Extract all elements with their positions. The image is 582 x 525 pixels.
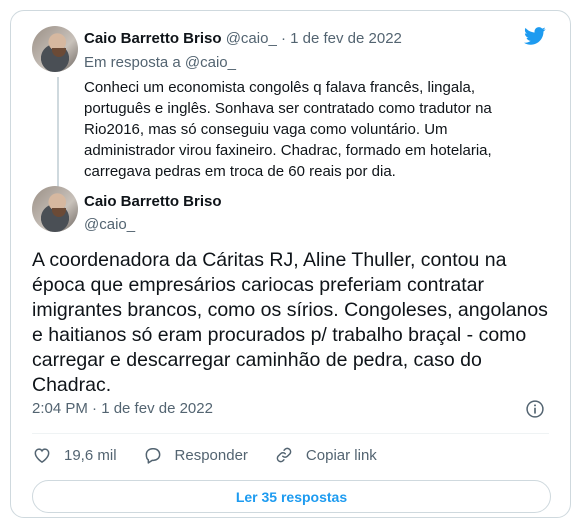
thread-connector-line xyxy=(57,77,59,189)
info-icon[interactable] xyxy=(525,399,545,419)
twitter-logo-icon[interactable] xyxy=(522,25,548,47)
quoted-tweet-text: Conheci um economista congolês q falava … xyxy=(84,79,492,180)
reply-label: Responder xyxy=(174,446,248,464)
read-replies-button[interactable]: Ler 35 respostas xyxy=(32,480,551,513)
author-handle[interactable]: @caio_ xyxy=(84,216,135,233)
reply-button[interactable]: Responder xyxy=(143,445,248,465)
like-count: 19,6 mil xyxy=(64,446,117,464)
copy-link-label: Copiar link xyxy=(305,446,377,464)
quoted-author-name[interactable]: Caio Barretto Briso xyxy=(84,30,222,47)
like-button[interactable]: 19,6 mil xyxy=(32,445,117,465)
quoted-author-handle[interactable]: @caio_ xyxy=(226,30,277,47)
divider xyxy=(32,433,549,434)
link-icon xyxy=(276,447,292,463)
tweet-timestamp[interactable]: 2:04 PM · 1 de fev de 2022 xyxy=(32,400,213,417)
action-bar: 19,6 mil Responder Copiar link xyxy=(32,443,377,467)
quoted-separator: · xyxy=(280,30,286,47)
heart-icon xyxy=(34,448,50,463)
tweet-text: A coordenadora da Cáritas RJ, Aline Thul… xyxy=(32,249,548,396)
reply-to-label[interactable]: Em resposta a @caio_ xyxy=(84,54,236,71)
copy-link-button[interactable]: Copiar link xyxy=(274,445,377,465)
quoted-date[interactable]: 1 de fev de 2022 xyxy=(290,30,402,47)
quoted-avatar[interactable] xyxy=(32,26,78,72)
author-avatar[interactable] xyxy=(32,186,78,232)
author-name[interactable]: Caio Barretto Briso xyxy=(84,193,222,210)
embedded-tweet-card: Caio Barretto Briso @caio_ · 1 de fev de… xyxy=(10,10,571,518)
quoted-header: Caio Barretto Briso @caio_ · 1 de fev de… xyxy=(84,30,402,47)
reply-icon xyxy=(145,448,160,464)
